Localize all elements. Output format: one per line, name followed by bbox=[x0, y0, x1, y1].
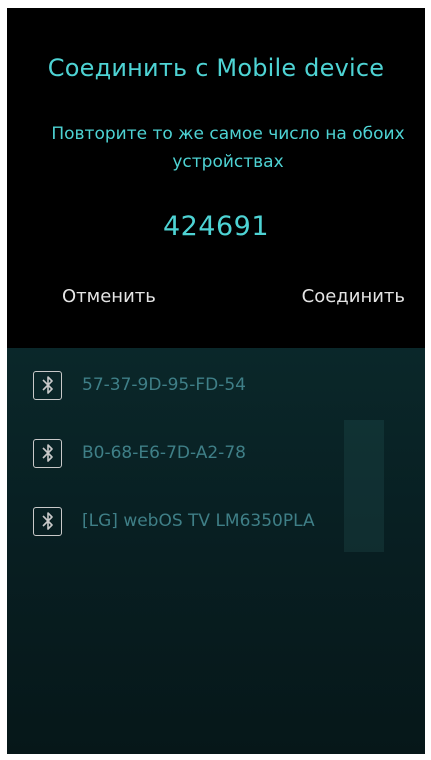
device-name: B0-68-E6-7D-A2-78 bbox=[82, 443, 246, 463]
pairing-passkey: 424691 bbox=[162, 211, 270, 242]
cancel-button[interactable]: Отменить bbox=[62, 286, 156, 307]
phone-screen: Соединить с Mobile device Повторите то ж… bbox=[7, 8, 425, 754]
dialog-subtitle: Повторите то же самое число на обоих уст… bbox=[51, 124, 405, 172]
pairing-dialog: Соединить с Mobile device Повторите то ж… bbox=[7, 8, 425, 348]
bluetooth-icon bbox=[33, 506, 62, 536]
dialog-title: Соединить с Mobile device bbox=[47, 54, 385, 82]
connect-button[interactable]: Соединить bbox=[302, 286, 405, 307]
device-item[interactable]: B0-68-E6-7D-A2-78 bbox=[33, 435, 393, 471]
bluetooth-icon bbox=[33, 438, 62, 468]
device-item[interactable]: [LG] webOS TV LM6350PLA bbox=[33, 503, 393, 539]
device-item[interactable]: 57-37-9D-95-FD-54 bbox=[33, 367, 393, 403]
device-name: [LG] webOS TV LM6350PLA bbox=[82, 511, 315, 531]
bluetooth-icon bbox=[33, 370, 62, 400]
device-name: 57-37-9D-95-FD-54 bbox=[82, 375, 246, 395]
